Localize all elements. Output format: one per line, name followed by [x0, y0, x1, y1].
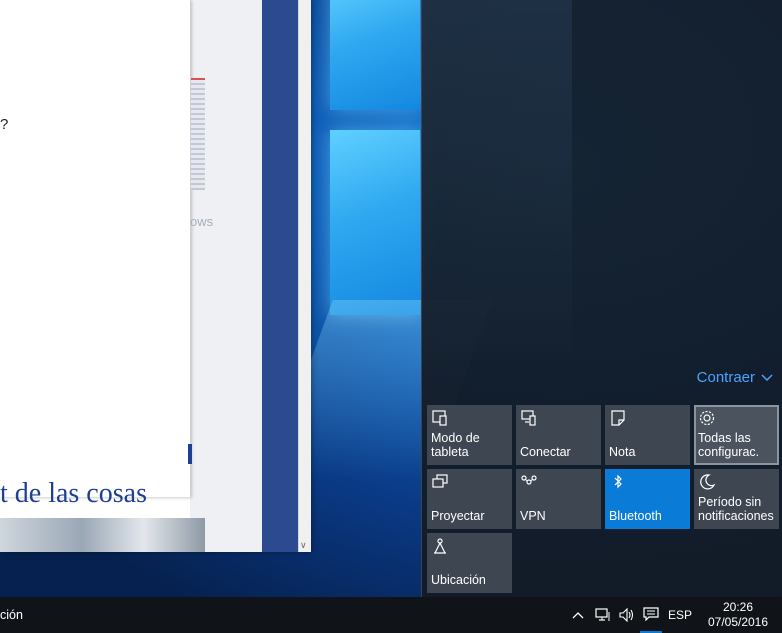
action-center-panel[interactable]: Contraer Modo de tableta Conectar Nota T… — [421, 0, 782, 597]
clock-date: 07/05/2016 — [707, 615, 769, 629]
tile-quiet-hours[interactable]: Período sin notificaciones — [694, 469, 779, 529]
gear-icon — [699, 410, 715, 426]
tile-all-settings[interactable]: Todas las configurac. — [694, 405, 779, 465]
tile-label: Bluetooth — [609, 509, 662, 523]
location-icon — [434, 538, 446, 554]
document-text-fragment: ? — [0, 116, 9, 133]
windows-logo-pane-top — [330, 0, 420, 110]
quick-actions-grid: Modo de tableta Conectar Nota Todas las … — [427, 405, 779, 593]
project-icon — [432, 474, 448, 488]
panel-blur — [422, 0, 572, 360]
tile-bluetooth[interactable]: Bluetooth — [605, 469, 690, 529]
notification-icon — [643, 607, 659, 621]
connect-icon — [521, 410, 536, 426]
tile-label: Modo de tableta — [431, 431, 480, 459]
faded-text: ows — [190, 214, 214, 229]
chevron-down-icon — [761, 373, 773, 381]
tile-label: Período sin notificaciones — [698, 495, 774, 523]
speaker-icon — [619, 608, 634, 622]
tile-label: Conectar — [520, 445, 571, 459]
tile-label: Proyectar — [431, 509, 485, 523]
tile-label: VPN — [520, 509, 546, 523]
vertical-scrollbar[interactable] — [298, 0, 311, 552]
document-image — [0, 518, 205, 552]
tile-location[interactable]: Ubicación — [427, 533, 512, 593]
tile-tablet-mode[interactable]: Modo de tableta — [427, 405, 512, 465]
tile-vpn[interactable]: VPN — [516, 469, 601, 529]
scroll-down-icon[interactable]: ∨ — [300, 540, 307, 551]
clock-time: 20:26 — [722, 600, 754, 614]
vpn-icon — [521, 475, 537, 485]
document-heading: t de las cosas — [0, 478, 147, 509]
tile-label: Nota — [609, 445, 636, 459]
moon-icon — [700, 474, 716, 490]
network-button[interactable] — [592, 597, 614, 633]
tile-label: Todas las configurac. — [698, 431, 760, 459]
tile-label: Ubicación — [431, 573, 486, 587]
tile-note[interactable]: Nota — [605, 405, 690, 465]
input-language-button[interactable]: ESP — [666, 597, 694, 633]
document-side-strip — [262, 0, 298, 552]
network-icon — [595, 608, 610, 621]
action-center-button[interactable] — [640, 597, 662, 633]
collapse-label: Contraer — [696, 369, 755, 386]
bluetooth-icon — [614, 474, 622, 489]
document-window[interactable]: ∨ ? ows t de las cosas — [0, 0, 311, 552]
show-hidden-icons-button[interactable] — [568, 597, 588, 633]
collapse-button[interactable]: Contraer — [697, 369, 773, 386]
calendar-thumbnail — [191, 78, 205, 190]
taskbar-app-label[interactable]: ción — [0, 608, 23, 622]
language-label: ESP — [667, 608, 692, 622]
tile-project[interactable]: Proyectar — [427, 469, 512, 529]
taskbar: ción ESP 20:26 07/05/2016 — [0, 597, 782, 633]
volume-button[interactable] — [616, 597, 638, 633]
windows-logo-pane-bottom — [330, 130, 420, 315]
tile-connect[interactable]: Conectar — [516, 405, 601, 465]
tablet-mode-icon — [432, 410, 447, 426]
document-page[interactable] — [0, 0, 191, 497]
clock-button[interactable]: 20:26 07/05/2016 — [700, 600, 776, 630]
note-icon — [611, 410, 625, 426]
accent-bar — [188, 444, 192, 464]
chevron-up-icon — [572, 612, 584, 619]
